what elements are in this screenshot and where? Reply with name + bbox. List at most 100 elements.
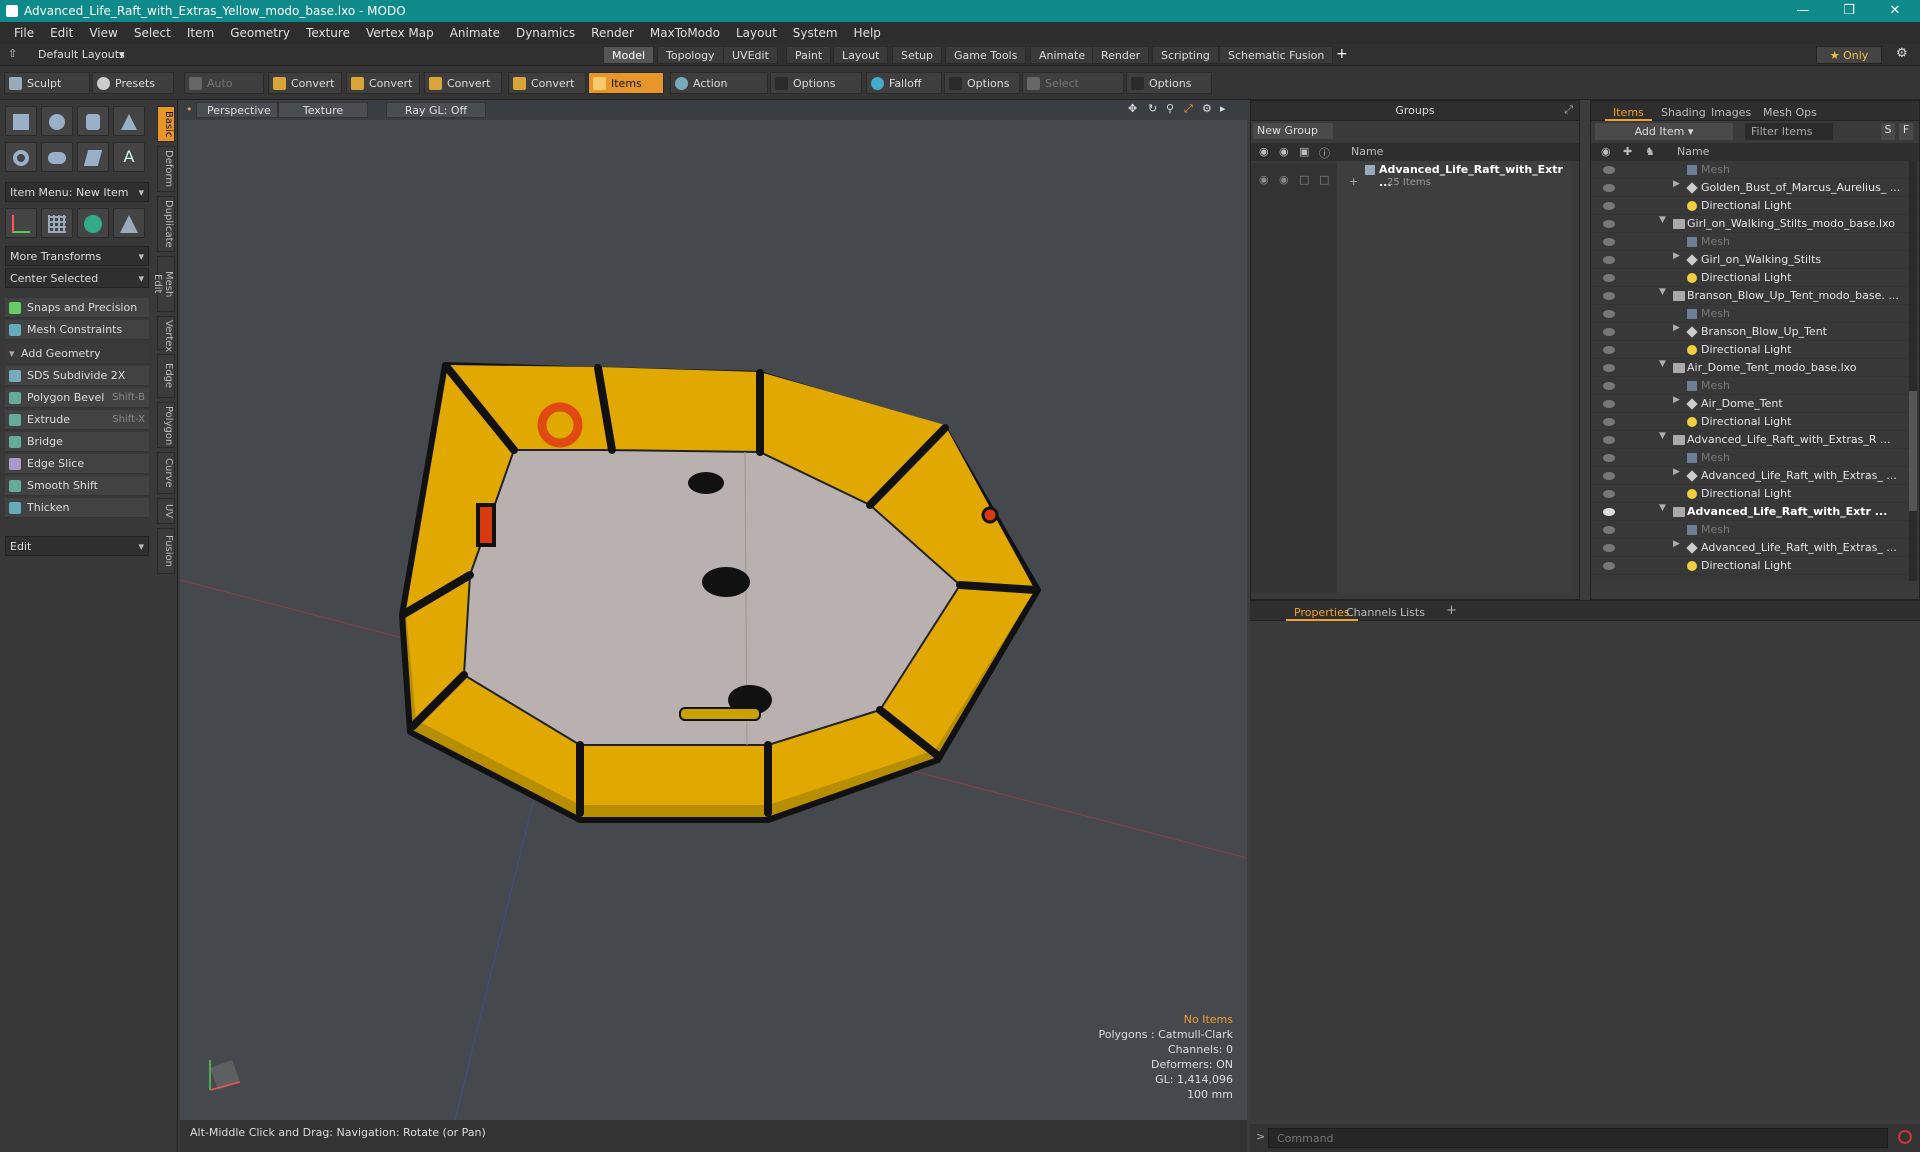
items-tab-items[interactable]: Items xyxy=(1605,104,1652,121)
convert-button-4[interactable]: Convert xyxy=(508,72,586,94)
convert-button-2[interactable]: Convert xyxy=(346,72,420,94)
item-visibility-icon[interactable] xyxy=(1603,310,1615,318)
menu-render[interactable]: Render xyxy=(583,26,642,40)
menu-help[interactable]: Help xyxy=(846,26,889,40)
item-row[interactable]: ▶ Advanced_Life_Raft_with_Extras_ ... xyxy=(1591,539,1919,557)
select-through-button[interactable]: Select Through xyxy=(1022,72,1124,112)
menu-dynamics[interactable]: Dynamics xyxy=(508,26,583,40)
maximize-button[interactable]: ❐ xyxy=(1826,0,1872,22)
item-row[interactable]: ▼ Branson_Blow_Up_Tent_modo_base. ... xyxy=(1591,287,1919,305)
item-visibility-icon[interactable] xyxy=(1603,328,1615,336)
menu-geometry[interactable]: Geometry xyxy=(222,26,298,40)
item-visibility-icon[interactable] xyxy=(1603,526,1615,534)
pyramid-icon[interactable] xyxy=(113,208,145,238)
expand-chevron-icon[interactable]: ▶ xyxy=(1673,395,1680,405)
menu-item[interactable]: Item xyxy=(179,26,222,40)
cone-primitive-icon[interactable] xyxy=(113,106,145,136)
add-props-tab-button[interactable]: + xyxy=(1446,603,1457,618)
layout-tab-model[interactable]: Model xyxy=(603,46,655,64)
item-row[interactable]: Directional Light xyxy=(1591,341,1919,359)
item-visibility-icon[interactable] xyxy=(1603,238,1615,246)
mesh-constraints-button[interactable]: Mesh Constraints xyxy=(5,320,149,340)
item-row[interactable]: ▶ Air_Dome_Tent xyxy=(1591,395,1919,413)
item-visibility-icon[interactable] xyxy=(1603,436,1615,444)
tool-edge-slice[interactable]: Edge Slice xyxy=(5,454,149,474)
zoom-view-icon[interactable]: ⚲ xyxy=(1166,102,1174,115)
move-view-icon[interactable]: ✥ xyxy=(1128,102,1137,115)
group-row-select-icon[interactable]: □ xyxy=(1319,173,1329,186)
menu-edit[interactable]: Edit xyxy=(42,26,81,40)
text-tool-icon[interactable]: A xyxy=(113,142,145,172)
cylinder-primitive-icon[interactable] xyxy=(77,106,109,136)
center-selected-dropdown[interactable]: Center Selected xyxy=(5,268,149,289)
item-visibility-icon[interactable] xyxy=(1603,220,1615,228)
item-row[interactable]: ▼ Advanced_Life_Raft_with_Extras_R ... xyxy=(1591,431,1919,449)
item-row[interactable]: ▼ Advanced_Life_Raft_with_Extr ... xyxy=(1591,503,1919,521)
item-visibility-icon[interactable] xyxy=(1603,562,1615,570)
command-record-icon[interactable] xyxy=(1898,1130,1912,1144)
options-button-3[interactable]: Options xyxy=(1126,72,1212,94)
group-row-lock-icon[interactable]: □ xyxy=(1299,173,1309,186)
3d-viewport[interactable]: • Perspective Texture Ray GL: Off ✥ ↻ ⚲ … xyxy=(180,100,1247,1120)
menu-layout[interactable]: Layout xyxy=(728,26,785,40)
item-row[interactable]: Mesh xyxy=(1591,233,1919,251)
item-row[interactable]: Directional Light xyxy=(1591,485,1919,503)
item-visibility-icon[interactable] xyxy=(1603,184,1615,192)
viewport-expand-icon[interactable]: ▸ xyxy=(1220,102,1226,115)
item-row[interactable]: ▼ Girl_on_Walking_Stilts_modo_base.lxo xyxy=(1591,215,1919,233)
groups-expand-icon[interactable]: ⤢ xyxy=(1564,103,1573,117)
convert-button-3[interactable]: Convert xyxy=(424,72,502,94)
item-visibility-icon[interactable] xyxy=(1603,166,1615,174)
torus-primitive-icon[interactable] xyxy=(5,142,37,172)
action-center-button[interactable]: Action Center xyxy=(670,72,768,112)
menu-texture[interactable]: Texture xyxy=(298,26,358,40)
item-row[interactable]: ▶ Advanced_Life_Raft_with_Extras_ ... xyxy=(1591,467,1919,485)
item-row[interactable]: ▶ Girl_on_Walking_Stilts xyxy=(1591,251,1919,269)
tool-polygon-bevel[interactable]: Polygon Bevel Shift-B xyxy=(5,388,149,408)
vtab-mesh-edit[interactable]: Mesh Edit xyxy=(152,256,175,312)
auto-select-button[interactable]: Auto Select xyxy=(184,72,264,112)
layout-tab-scripting[interactable]: Scripting xyxy=(1152,46,1219,64)
layout-tab-animate[interactable]: Animate xyxy=(1030,46,1095,64)
vtab-edge[interactable]: Edge xyxy=(157,354,175,398)
rotate-view-icon[interactable]: ↻ xyxy=(1148,102,1157,115)
props-tab-lists[interactable]: Lists xyxy=(1392,604,1433,621)
convert-button-1[interactable]: Convert xyxy=(268,72,342,94)
vtab-deform[interactable]: Deform xyxy=(157,146,175,192)
view-type-button[interactable]: Perspective xyxy=(196,102,278,118)
filter-items-input[interactable]: Filter Items xyxy=(1745,123,1833,140)
presets-button[interactable]: Presets F6 xyxy=(92,72,174,112)
item-row[interactable]: Directional Light xyxy=(1591,557,1919,575)
vtab-fusion[interactable]: Fusion xyxy=(157,528,175,574)
expand-chevron-icon[interactable]: ▶ xyxy=(1673,251,1680,261)
item-visibility-icon[interactable] xyxy=(1603,544,1615,552)
pen-tool-icon[interactable] xyxy=(77,142,109,172)
item-row[interactable]: ▼ Air_Dome_Tent_modo_base.lxo xyxy=(1591,359,1919,377)
layout-tab-paint[interactable]: Paint xyxy=(786,46,832,64)
items-mode-button[interactable]: Items xyxy=(588,72,664,94)
layout-tab-layout[interactable]: Layout xyxy=(833,46,889,64)
item-visibility-icon[interactable] xyxy=(1603,292,1615,300)
item-visibility-icon[interactable] xyxy=(1603,256,1615,264)
menu-select[interactable]: Select xyxy=(126,26,179,40)
items-scrollbar[interactable] xyxy=(1909,161,1917,581)
menu-animate[interactable]: Animate xyxy=(442,26,508,40)
cube-primitive-icon[interactable] xyxy=(5,106,37,136)
menu-maxtomodo[interactable]: MaxToModo xyxy=(642,26,728,40)
item-visibility-icon[interactable] xyxy=(1603,382,1615,390)
item-visibility-icon[interactable] xyxy=(1603,508,1615,516)
expand-chevron-icon[interactable]: ▼ xyxy=(1659,287,1666,297)
item-visibility-icon[interactable] xyxy=(1603,364,1615,372)
expand-chevron-icon[interactable]: ▶ xyxy=(1673,179,1680,189)
tool-sds-subdivide-2x[interactable]: SDS Subdivide 2X xyxy=(5,366,149,386)
snaps-precision-button[interactable]: Snaps and Precision xyxy=(5,298,149,318)
viewport-settings-icon[interactable]: ⚙ xyxy=(1202,102,1212,115)
expand-chevron-icon[interactable]: ▶ xyxy=(1673,539,1680,549)
raygl-toggle[interactable]: Ray GL: Off xyxy=(386,102,486,118)
group-row-render-icon[interactable]: ◉ xyxy=(1279,173,1289,186)
expand-chevron-icon[interactable]: ▼ xyxy=(1659,215,1666,225)
layout-tab-topology[interactable]: Topology xyxy=(657,46,724,64)
items-tab-mesh-ops[interactable]: Mesh Ops xyxy=(1755,104,1825,121)
expand-chevron-icon[interactable]: ▼ xyxy=(1659,359,1666,369)
grid-icon[interactable] xyxy=(41,208,73,238)
